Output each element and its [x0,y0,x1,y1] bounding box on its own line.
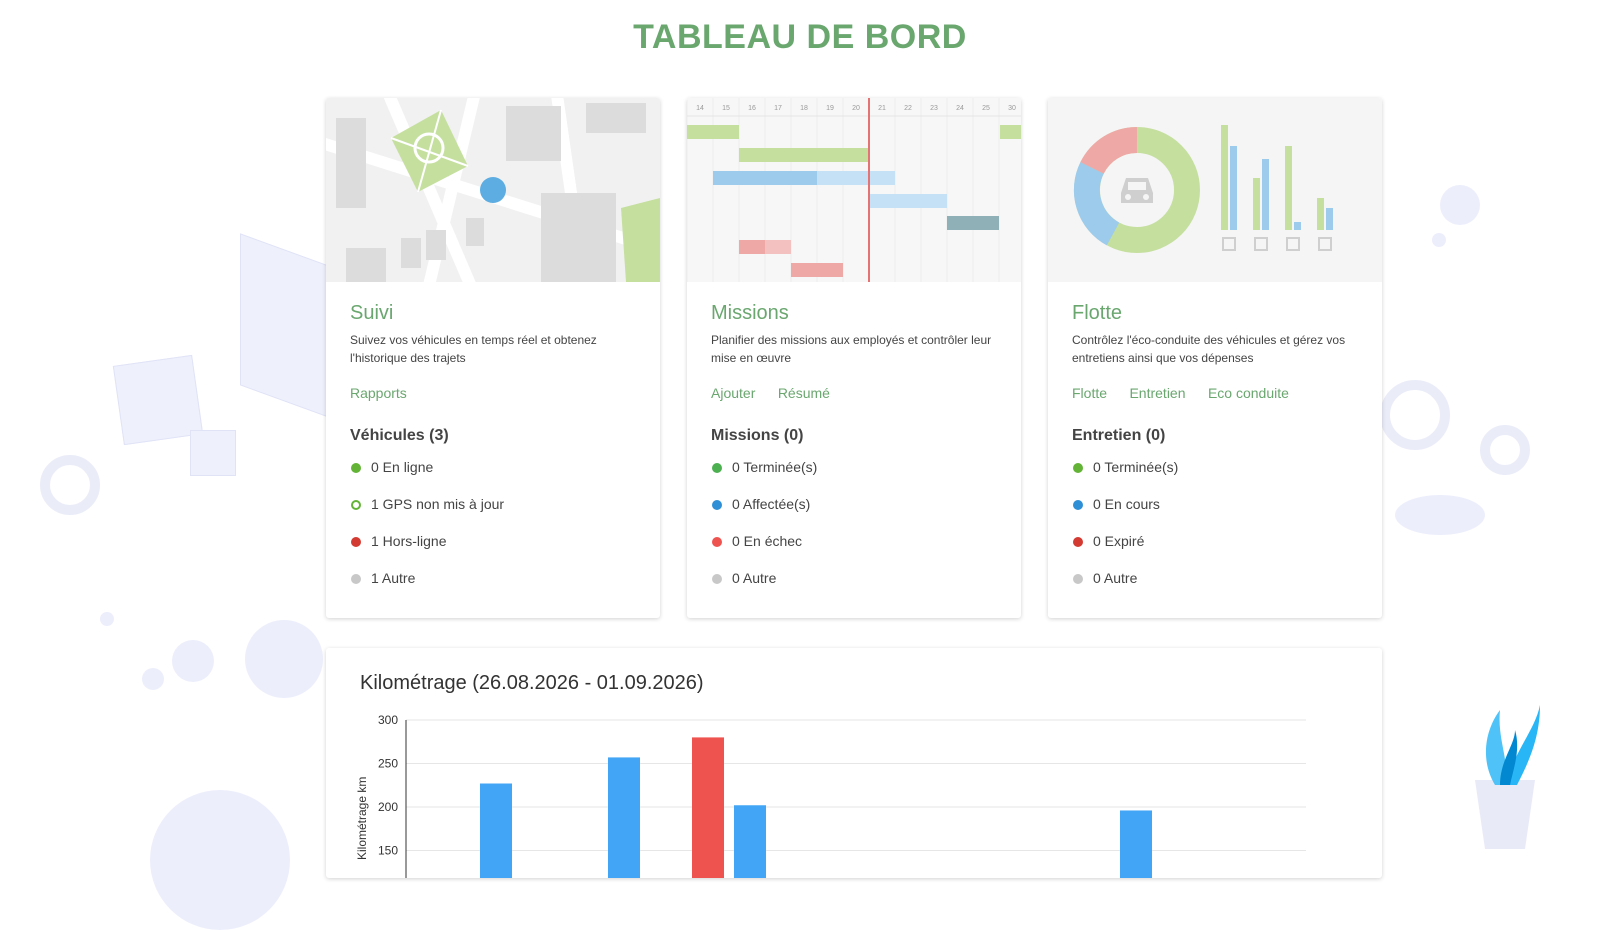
stat-in-progress: 0 En cours [1072,496,1358,533]
status-dot-icon [712,500,722,510]
gantt-day-label: 17 [774,105,782,112]
gantt-day-label: 19 [826,105,834,112]
status-dot-icon [712,574,722,584]
chart-bar [480,783,512,878]
status-dot-icon [1073,463,1083,473]
chart-bar [608,757,640,878]
stat-other: 1 Autre [350,570,636,607]
status-dot-icon [1073,574,1083,584]
status-dot-icon [351,537,361,547]
fleet-illustration [1048,98,1382,282]
gear-decoration [1380,380,1450,450]
sphere-decoration [1432,233,1446,247]
flotte-link[interactable]: Flotte [1072,385,1107,401]
status-dot-icon [351,500,361,510]
stat-gps-not-updated: 1 GPS non mis à jour [350,496,636,533]
stat-offline: 1 Hors-ligne [350,533,636,570]
stat-online: 0 En ligne [350,459,636,496]
cube-decoration [190,430,236,476]
chart-bar [734,805,766,878]
resume-link[interactable]: Résumé [778,385,830,401]
card-description: Contrôlez l'éco-conduite des véhicules e… [1072,333,1346,365]
sphere-decoration [150,790,290,930]
plant-decoration [1475,705,1540,849]
card-title: Suivi [350,302,394,324]
gantt-illustration: 14 15 16 17 18 19 20 21 22 23 24 25 30 [687,98,1021,282]
gantt-day-label: 16 [748,105,756,112]
status-dot-icon [712,537,722,547]
card-title: Flotte [1072,302,1123,324]
y-tick-label: 150 [378,844,398,858]
gantt-day-label: 30 [1008,105,1016,112]
status-dot-icon [712,463,722,473]
card-title: Missions [711,302,789,324]
page-title: TABLEAU DE BORD [633,18,967,56]
gantt-day-label: 20 [852,105,860,112]
card-description: Planifier des missions aux employés et c… [711,333,992,365]
gear-decoration [40,455,100,515]
sphere-decoration [100,612,114,626]
stat-other: 0 Autre [711,570,997,607]
rapports-link[interactable]: Rapports [350,385,407,401]
gear-decoration [1480,425,1530,475]
y-axis-label: Kilométrage km [355,777,369,860]
maintenance-count-title: Entretien (0) [1072,427,1166,444]
eco-conduite-link[interactable]: Eco conduite [1208,385,1289,401]
stat-completed: 0 Terminée(s) [1072,459,1358,496]
sphere-decoration [245,620,323,698]
stat-expired: 0 Expiré [1072,533,1358,570]
missions-count-title: Missions (0) [711,427,804,444]
sphere-decoration [142,668,164,690]
sphere-decoration [1440,185,1480,225]
gantt-day-label: 24 [956,105,964,112]
mileage-chart-card: Kilométrage (26.08.2026 - 01.09.2026) 15… [326,648,1382,878]
location-pin-icon [480,177,506,203]
chart-bar [692,737,724,878]
card-missions: 14 15 16 17 18 19 20 21 22 23 24 25 30 Missions Plan… [687,98,1021,618]
y-tick-label: 300 [378,713,398,727]
gantt-day-label: 23 [930,105,938,112]
card-suivi: Suivi Suivez vos véhicules en temps réel… [326,98,660,618]
stat-assigned: 0 Affectée(s) [711,496,997,533]
gantt-day-label: 14 [696,105,704,112]
mileage-chart: 150 200 250 300 Kilométrage km [355,713,1306,878]
car-icon [1121,178,1153,203]
card-description: Suivez vos véhicules en temps réel et ob… [350,333,597,365]
stat-failed: 0 En échec [711,533,997,570]
sphere-decoration [172,640,214,682]
cube-decoration [240,233,332,419]
gantt-day-label: 21 [878,105,886,112]
sphere-decoration [1395,495,1485,535]
y-tick-label: 200 [378,800,398,814]
status-dot-icon [1073,537,1083,547]
card-flotte: Flotte Contrôlez l'éco-conduite des véhi… [1048,98,1382,618]
status-dot-icon [1073,500,1083,510]
y-tick-label: 250 [378,757,398,771]
vehicles-count-title: Véhicules (3) [350,427,449,444]
gantt-day-label: 15 [722,105,730,112]
gantt-day-label: 18 [800,105,808,112]
ajouter-link[interactable]: Ajouter [711,385,755,401]
map-illustration [326,98,660,282]
stat-other: 0 Autre [1072,570,1358,607]
entretien-link[interactable]: Entretien [1129,385,1185,401]
status-dot-icon [351,574,361,584]
stat-completed: 0 Terminée(s) [711,459,997,496]
gantt-day-label: 22 [904,105,912,112]
gantt-day-label: 25 [982,105,990,112]
chart-bar [1120,810,1152,878]
status-dot-icon [351,463,361,473]
